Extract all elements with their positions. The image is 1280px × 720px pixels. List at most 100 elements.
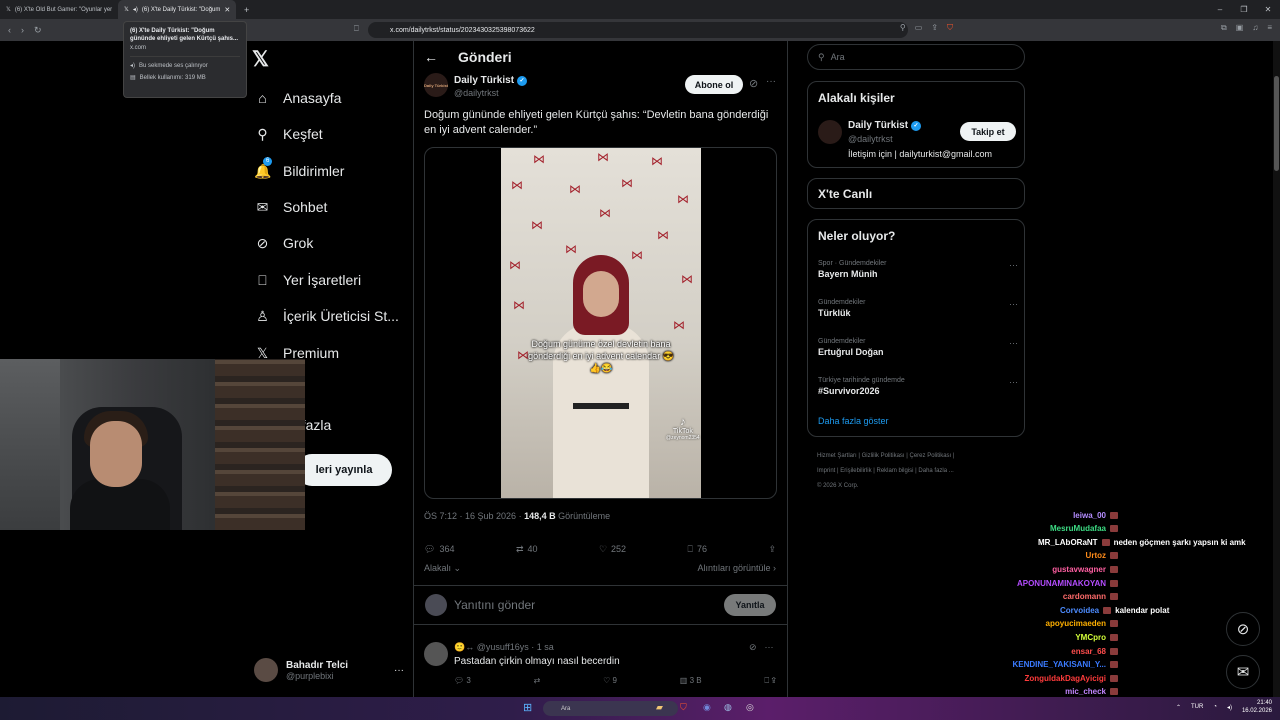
chevron-up-icon[interactable]: ⌃ [1176, 704, 1181, 711]
minimize-icon[interactable]: – [1208, 0, 1232, 19]
forward-icon[interactable]: › [21, 25, 24, 36]
close-window-icon[interactable]: ✕ [1256, 0, 1280, 19]
reply-handle[interactable]: @yusuff16ys [477, 642, 529, 652]
brave-shield-icon[interactable]: ⛉ [947, 23, 953, 33]
browser-tab-1[interactable]: 𝕏 (6) X'te Old But Gamer: "Oyunlar yer [0, 0, 118, 19]
footer-link[interactable]: Hizmet Şartları [817, 453, 857, 459]
relevance-dropdown[interactable]: Alakalı ⌄ [424, 563, 461, 574]
sidebar-item-label: İçerik Üreticisi St... [283, 308, 399, 324]
trend-item[interactable]: Gündemdekiler Türklük ··· [818, 299, 1018, 318]
trend-item[interactable]: Türkiye tarihinde gündemde #Survivor2026 ·… [818, 377, 1018, 396]
tiktok-user: @zeynom2354 [666, 435, 700, 441]
tweet-video[interactable]: ⋈ ⋈ ⋈ ⋈ ⋈ ⋈ ⋈ ⋈ ⋈ ⋈ ⋈ ⋈ ⋈ ⋈ ⋈ ⋈ ⋈ Doğum günüme özel … [424, 147, 777, 499]
back-arrow-icon[interactable]: ← [424, 49, 438, 65]
sidebar-item-i-çerik-üreticisi-st-[interactable]: ♙ İçerik Üreticisi St... [254, 305, 399, 327]
share-icon[interactable]: ⇪ [931, 23, 938, 33]
grok-fab[interactable]: ⊘ [1226, 612, 1260, 646]
browser-tab-2[interactable]: 𝕏 ◂) (6) X'te Daily Türkist: "Doğum ✕ [118, 0, 236, 19]
lang-indicator[interactable]: TUR [1191, 704, 1203, 710]
cast-icon[interactable]: ▭ [915, 23, 923, 33]
close-tab-icon[interactable]: ✕ [224, 6, 230, 14]
folder-icon[interactable]: ▰ [656, 702, 663, 713]
maximize-icon[interactable]: ❐ [1232, 0, 1256, 19]
discord-icon[interactable]: ◉ [703, 702, 711, 713]
back-icon[interactable]: ‹ [8, 25, 11, 36]
reply-button[interactable]: 💬︎ 364 [424, 542, 454, 556]
steam-icon[interactable]: ◍ [724, 702, 732, 713]
person-name[interactable]: Daily Türkist [848, 120, 908, 131]
like-button[interactable]: ♡ 252 [599, 542, 626, 556]
footer-link[interactable]: Daha fazla ... [918, 468, 953, 474]
obs-icon[interactable]: ◎ [746, 702, 754, 713]
grok-icon[interactable]: ⊘ [749, 642, 757, 653]
tweet-time[interactable]: ÖS 7:12 · 16 Şub 2026 · [424, 511, 522, 521]
extensions-icon[interactable]: ⧉ [1221, 23, 1227, 33]
more-icon[interactable]: ··· [1009, 299, 1018, 309]
more-icon[interactable]: ··· [1009, 260, 1018, 270]
new-tab-button[interactable]: + [236, 5, 257, 15]
menu-icon[interactable]: ≡ [1267, 23, 1272, 33]
footer-link[interactable]: Çerez Politikası [910, 453, 952, 459]
more-icon[interactable]: ··· [1009, 377, 1018, 387]
sidebar-item-grok[interactable]: ⊘ Grok [254, 232, 314, 254]
show-more-link[interactable]: Daha fazla göster [818, 416, 889, 426]
view-quotes-link[interactable]: Alıntıları görüntüle › [697, 563, 776, 574]
trend-item[interactable]: Gündemdekiler Ertuğrul Doğan ··· [818, 338, 1018, 357]
more-icon[interactable]: ··· [1009, 338, 1018, 348]
sidebar-item-sohbet[interactable]: ✉ Sohbet [254, 196, 328, 218]
footer-link[interactable]: Gizlilik Politikası [862, 453, 905, 459]
like-button[interactable]: ♡ 9 [603, 676, 617, 686]
clock[interactable]: 21:40 16.02.2026 [1242, 699, 1272, 715]
sidebar-icon[interactable]: ▣ [1236, 23, 1244, 33]
reload-icon[interactable]: ↻ [34, 25, 42, 36]
live-card[interactable]: X'te Canlı [807, 178, 1025, 209]
search-input[interactable]: ⚲ Ara [807, 44, 1025, 70]
scrollbar[interactable] [1273, 41, 1280, 697]
volume-icon[interactable]: ◂) [1227, 704, 1232, 711]
windows-start-icon[interactable]: ⊞ [523, 701, 532, 714]
music-icon[interactable]: ♫ [1252, 23, 1258, 33]
person-handle[interactable]: @dailytrkst [848, 134, 893, 144]
bookmark-page-icon[interactable]: ⎕ [354, 24, 359, 34]
reply-input[interactable]: Yanıtını gönder [454, 598, 535, 612]
sidebar-item-anasayfa[interactable]: ⌂ Anasayfa [254, 87, 341, 109]
account-switcher[interactable]: Bahadır Telci @purplebixi ··· [254, 655, 404, 685]
brave-icon[interactable]: ⛉ [680, 702, 687, 713]
share-icon[interactable]: ⇪ [771, 676, 776, 685]
footer-link[interactable]: Erişilebilirlik [840, 468, 871, 474]
wifi-icon[interactable]: ◔ [1213, 704, 1217, 710]
reply-tweet[interactable]: 🙂↔ @yusuff16ys · 1 sa Pastadan çirkin ol… [424, 640, 776, 696]
sidebar-item-bildirimler[interactable]: 🔔 6 Bildirimler [254, 156, 344, 182]
views-button[interactable]: ▥ 3 B [680, 676, 702, 686]
grok-icon[interactable]: ⊘ [749, 77, 758, 90]
reply-submit-button[interactable]: Yanıtla [724, 594, 776, 616]
retweet-button[interactable]: ⇄ [534, 676, 541, 686]
more-icon[interactable]: ··· [766, 76, 776, 87]
tweet-meta: ÖS 7:12 · 16 Şub 2026 · 148,4 B Görüntül… [424, 511, 610, 521]
bookmark-button[interactable]: ⎕ 76 [688, 542, 707, 556]
retweet-button[interactable]: ⇄ 40 [516, 542, 538, 556]
sidebar-item-yer-i-şaretleri[interactable]: ⎕ Yer İşaretleri [254, 269, 361, 291]
reply-button[interactable]: 💬︎ 3 [454, 676, 471, 686]
trend-item[interactable]: Spor · Gündemdekiler Bayern Münih ··· [818, 260, 1018, 279]
video-frame[interactable]: ⋈ ⋈ ⋈ ⋈ ⋈ ⋈ ⋈ ⋈ ⋈ ⋈ ⋈ ⋈ ⋈ ⋈ ⋈ ⋈ ⋈ Doğum günüme özel … [501, 148, 701, 498]
sidebar-item-keşfet[interactable]: ⚲ Keşfet [254, 123, 322, 145]
avatar[interactable] [818, 120, 842, 144]
subscribe-button[interactable]: Abone ol [685, 75, 743, 94]
follow-button[interactable]: Takip et [960, 122, 1016, 141]
x-logo-icon[interactable]: 𝕏 [252, 47, 269, 72]
share-button[interactable]: ⇪ [768, 542, 776, 556]
bookmark-button[interactable]: ⎕ ⇪ [764, 676, 776, 686]
author-name[interactable]: Daily Türkist [454, 75, 514, 86]
zoom-icon[interactable]: ⚲ [900, 23, 906, 33]
author-avatar[interactable]: Daily Türkist [424, 73, 448, 97]
more-icon[interactable]: ··· [394, 665, 404, 676]
messages-fab[interactable]: ✉ [1226, 655, 1260, 689]
footer-link[interactable]: Reklam bilgisi [877, 468, 914, 474]
more-icon[interactable]: ··· [765, 642, 774, 653]
avatar[interactable] [424, 642, 448, 666]
post-button[interactable]: leri yayınla [296, 454, 392, 486]
url-field[interactable]: x.com/dailytrkst/status/2023430325398073… [368, 22, 908, 38]
footer-link[interactable]: Imprint [817, 468, 835, 474]
author-handle[interactable]: @dailytrkst [454, 88, 499, 98]
